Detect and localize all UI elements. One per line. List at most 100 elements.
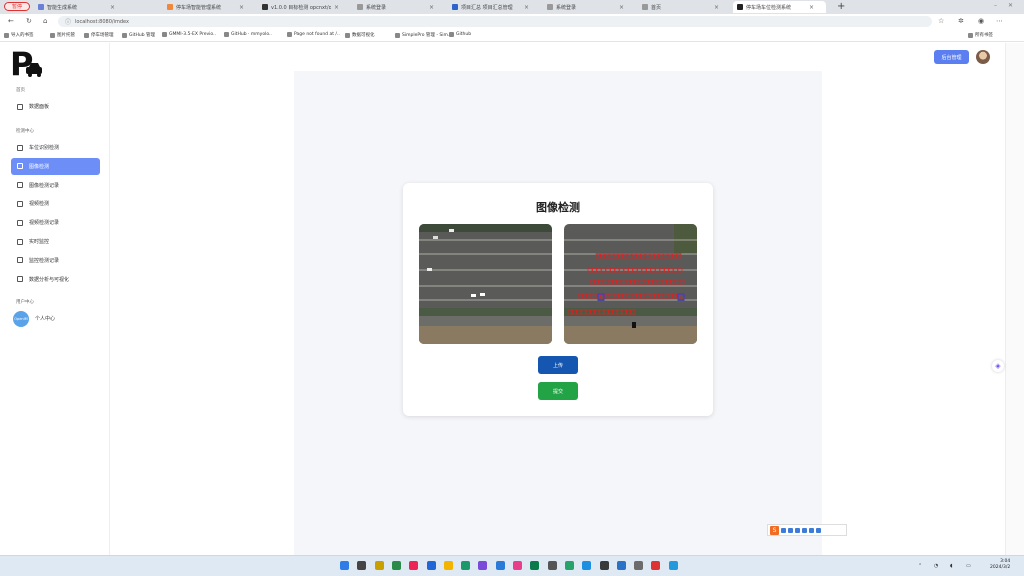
taskbar-app-icon[interactable] xyxy=(478,561,488,570)
ime-mode-icon[interactable] xyxy=(781,527,786,533)
menu-item-icon xyxy=(17,163,23,170)
bookmark-item[interactable]: 图片托管 xyxy=(50,32,75,38)
admin-button[interactable]: 后台管理 xyxy=(934,50,969,64)
taskbar-app-icon[interactable] xyxy=(461,561,471,570)
sidebar-item[interactable]: 视频检测记录 xyxy=(11,214,100,231)
browser-tab[interactable]: 停车场车位检测系统 × xyxy=(733,1,826,13)
tab-favicon-icon xyxy=(642,4,648,10)
browser-tab[interactable]: 系统登录 × xyxy=(543,1,636,13)
tab-close-icon[interactable]: × xyxy=(524,4,529,11)
sidebar-item[interactable]: 视频检测 xyxy=(11,195,100,212)
tab-close-icon[interactable]: × xyxy=(429,4,434,11)
bookmark-item[interactable]: 导入的书签 xyxy=(4,32,34,38)
browser-tab[interactable]: 首页 × xyxy=(638,1,731,13)
taskbar-app-icon[interactable] xyxy=(374,561,384,570)
bookmark-item[interactable]: GitHub 管理 xyxy=(122,32,155,38)
battery-icon[interactable]: ▭ xyxy=(966,563,971,569)
taskbar-app-icon[interactable] xyxy=(547,561,557,570)
bookmark-item[interactable]: Github xyxy=(449,32,471,37)
back-icon[interactable]: ← xyxy=(8,17,14,25)
all-bookmarks[interactable]: 所有书签 xyxy=(968,32,993,38)
parking-logo-icon: P xyxy=(10,47,42,79)
ime-grid-icon[interactable] xyxy=(816,527,821,533)
ime-punct-icon[interactable] xyxy=(788,527,793,533)
sidebar-item[interactable]: 车位识别检测 xyxy=(11,139,100,156)
sidebar-item[interactable]: 图像检测记录 xyxy=(11,177,100,194)
image-detect-card: 图像检测 上传 提交 xyxy=(403,183,713,416)
bookmark-label: 图片托管 xyxy=(57,33,75,38)
profile-icon[interactable]: ◉ xyxy=(978,17,984,25)
taskbar-app-icon[interactable] xyxy=(357,561,367,570)
taskbar: ⌃ ◔ ◖ ▭ 3:04 2024/3/2 xyxy=(0,555,1024,576)
taskbar-app-icon[interactable] xyxy=(564,561,574,570)
sidebar-section-title: 首页 xyxy=(16,88,25,93)
bookmark-item[interactable]: SimplePro 管理 - Sim.. xyxy=(395,32,451,38)
taskbar-app-icon[interactable] xyxy=(634,561,644,570)
sidebar-item-label: 视频检测记录 xyxy=(29,220,60,227)
address-bar[interactable]: ⓘ localhost:8080/imdex xyxy=(58,16,932,27)
tab-close-icon[interactable]: × xyxy=(239,4,244,11)
new-tab-button[interactable]: + xyxy=(837,1,845,12)
sidebar-item[interactable]: OpenIM 个人中心 xyxy=(11,310,100,327)
browser-tab[interactable]: 系统登录 × xyxy=(353,1,446,13)
wifi-icon[interactable]: ◔ xyxy=(934,563,938,569)
bookmark-label: 导入的书签 xyxy=(11,33,34,38)
tray-expand-icon[interactable]: ⌃ xyxy=(918,563,922,569)
taskbar-app-icon[interactable] xyxy=(426,561,436,570)
taskbar-app-icon[interactable] xyxy=(616,561,626,570)
ime-skin-icon[interactable] xyxy=(809,527,814,533)
system-clock[interactable]: 3:04 2024/3/2 xyxy=(990,559,1010,571)
taskbar-app-icon[interactable] xyxy=(530,561,540,570)
taskbar-app-icon[interactable] xyxy=(599,561,609,570)
user-avatar[interactable] xyxy=(976,50,990,64)
tab-close-icon[interactable]: × xyxy=(619,4,624,11)
tab-close-icon[interactable]: × xyxy=(110,4,115,11)
browser-tab[interactable]: 项目汇总 项目汇总管理 × xyxy=(448,1,541,13)
bookmark-item[interactable]: GMMI-3.5-EX Previo.. xyxy=(162,32,216,37)
home-icon[interactable]: ⌂ xyxy=(43,17,47,25)
tab-close-icon[interactable]: × xyxy=(714,4,719,11)
floating-assistant-icon[interactable]: ◈ xyxy=(992,360,1004,372)
close-window-icon[interactable]: ✕ xyxy=(1008,2,1013,9)
taskbar-app-icon[interactable] xyxy=(340,561,349,570)
bookmark-star-icon[interactable]: ☆ xyxy=(938,17,944,25)
minimize-icon[interactable]: – xyxy=(994,2,997,9)
sidebar-item[interactable]: 图像检测 xyxy=(11,157,100,175)
taskbar-app-icon[interactable] xyxy=(651,561,661,570)
taskbar-app-icon[interactable] xyxy=(443,561,453,570)
taskbar-app-icon[interactable] xyxy=(668,561,678,570)
ime-mic-icon[interactable] xyxy=(795,527,800,533)
upload-button[interactable]: 上传 xyxy=(538,356,578,374)
tab-close-icon[interactable]: × xyxy=(334,4,339,11)
input-method-toolbar[interactable]: S xyxy=(767,524,847,536)
browser-tab[interactable]: 智能生成系统 × xyxy=(34,1,161,13)
submit-button[interactable]: 提交 xyxy=(538,382,578,400)
bookmark-item[interactable]: Page not found at /.. xyxy=(287,32,340,37)
bookmark-label: SimplePro 管理 - Sim.. xyxy=(402,33,451,38)
taskbar-app-icon[interactable] xyxy=(582,561,592,570)
menu-icon[interactable]: ⋯ xyxy=(996,17,1003,25)
browser-tab[interactable]: v1.0.0 目标检测 opcnxt/opcnxt× xyxy=(258,1,351,13)
reload-icon[interactable]: ↻ xyxy=(26,17,32,25)
taskbar-app-icon[interactable] xyxy=(495,561,505,570)
sidebar-item[interactable]: 监控检测记录 xyxy=(11,252,100,269)
bookmark-item[interactable]: GitHub · mmyolo.. xyxy=(224,32,272,37)
taskbar-app-icon[interactable] xyxy=(409,561,419,570)
sidebar-item[interactable]: 数据面板 xyxy=(11,98,100,115)
bookmark-item[interactable]: 停车场管理 xyxy=(84,32,114,38)
taskbar-app-icon[interactable] xyxy=(513,561,522,570)
tab-favicon-icon xyxy=(547,4,553,10)
taskbar-app-icon[interactable] xyxy=(391,561,401,570)
browser-tab[interactable]: 停车场智能管理系统 × xyxy=(163,1,256,13)
pause-button[interactable]: 暂停 xyxy=(4,2,30,11)
ime-keyboard-icon[interactable] xyxy=(802,527,807,533)
page-scrollbar[interactable] xyxy=(1005,43,1024,555)
bookmark-item[interactable]: 数据可视化 xyxy=(345,32,375,38)
volume-icon[interactable]: ◖ xyxy=(950,563,953,569)
tab-favicon-icon xyxy=(737,4,743,10)
sidebar-item[interactable]: 实时监控 xyxy=(11,233,100,250)
extensions-icon[interactable]: ✲ xyxy=(958,17,964,25)
sidebar-item[interactable]: 数据分析与可视化 xyxy=(11,271,100,288)
site-info-icon[interactable]: ⓘ xyxy=(65,17,71,26)
tab-close-icon[interactable]: × xyxy=(809,4,814,11)
